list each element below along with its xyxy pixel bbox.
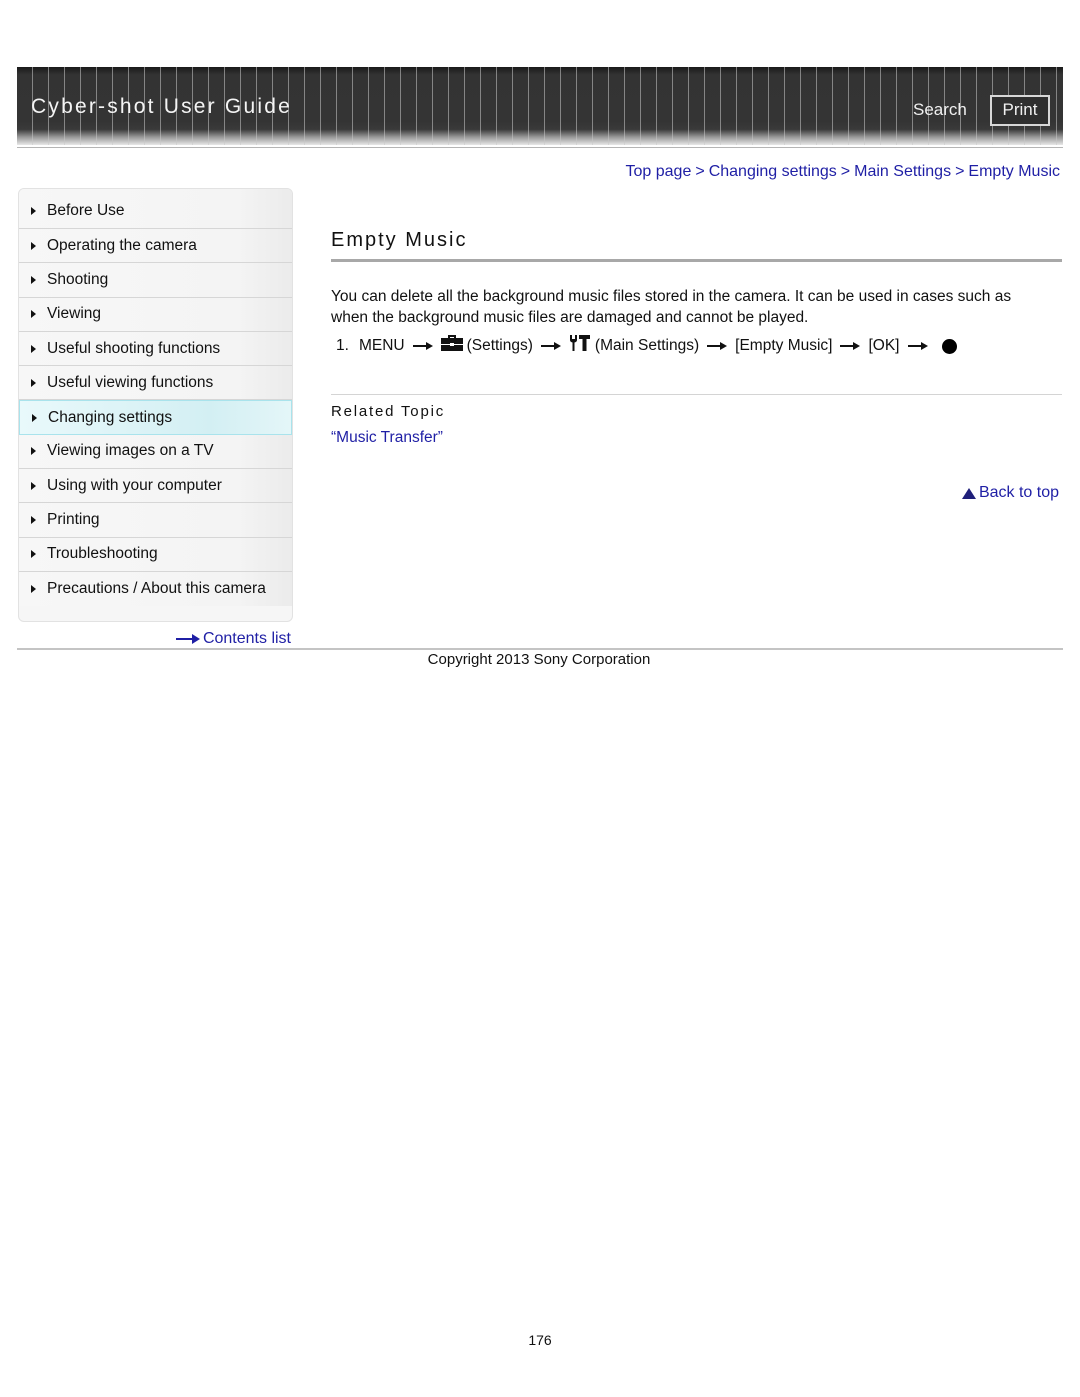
search-link[interactable]: Search xyxy=(913,100,967,120)
sidebar-item-label: Operating the camera xyxy=(47,236,197,254)
sidebar-item-before-use[interactable]: Before Use xyxy=(19,189,292,229)
breadcrumb-empty-music[interactable]: Empty Music xyxy=(968,163,1060,180)
triangle-right-icon xyxy=(31,310,36,319)
print-button[interactable]: Print xyxy=(990,95,1050,126)
sidebar-item-label: Viewing images on a TV xyxy=(47,442,214,460)
related-link-music-transfer[interactable]: “Music Transfer” xyxy=(331,429,443,447)
arrow-right-icon xyxy=(707,341,728,351)
arrow-right-icon xyxy=(540,341,561,351)
triangle-right-icon xyxy=(31,207,36,215)
triangle-right-icon xyxy=(31,481,36,490)
sidebar-item-label: Troubleshooting xyxy=(47,545,158,563)
breadcrumb-top-page[interactable]: Top page xyxy=(626,163,692,180)
procedure-step: 1. MENU (Settings) (Main Settings) [Empt… xyxy=(336,334,957,355)
sidebar-item-label: Useful shooting functions xyxy=(47,339,221,357)
breadcrumb-changing-settings[interactable]: Changing settings xyxy=(709,163,837,180)
sidebar-item-label: Viewing xyxy=(47,305,102,323)
sidebar-item-changing-settings[interactable]: Changing settings xyxy=(19,400,292,435)
sidebar-item-label: Printing xyxy=(47,511,100,529)
contents-list-label: Contents list xyxy=(202,630,291,647)
arrow-right-icon xyxy=(840,341,861,351)
arrow-right-icon xyxy=(175,634,200,644)
sidebar-item-label: Useful viewing functions xyxy=(47,373,214,391)
sidebar-item-useful-shooting-functions[interactable]: Useful shooting functions xyxy=(19,331,292,367)
sidebar-item-label: Changing settings xyxy=(48,408,173,426)
sidebar-item-label: Shooting xyxy=(47,270,109,288)
header-banner: Cyber-shot User Guide Search Print xyxy=(17,67,1063,145)
triangle-right-icon xyxy=(31,344,36,353)
arrow-right-icon xyxy=(907,341,928,351)
triangle-right-icon xyxy=(32,413,37,422)
site-title: Cyber-shot User Guide xyxy=(31,95,292,118)
contents-list-link[interactable]: Contents list xyxy=(175,630,291,648)
step-menu: MENU xyxy=(358,337,405,354)
triangle-right-icon xyxy=(31,447,36,456)
center-button-dot-icon xyxy=(941,338,957,354)
description-text: You can delete all the background music … xyxy=(331,288,1012,326)
sidebar-item-printing[interactable]: Printing xyxy=(19,503,292,538)
footer-divider xyxy=(17,648,1063,650)
step-ok: [OK] xyxy=(868,337,900,354)
arrow-right-icon xyxy=(412,341,433,351)
sidebar-item-troubleshooting[interactable]: Troubleshooting xyxy=(19,537,292,572)
sidebar-item-using-with-your-computer[interactable]: Using with your computer xyxy=(19,469,292,504)
sidebar-item-operating-the-camera[interactable]: Operating the camera xyxy=(19,229,292,264)
header-divider xyxy=(17,147,1063,148)
breadcrumb-separator: > xyxy=(840,163,851,180)
step-main-settings: (Main Settings) xyxy=(594,337,700,354)
page-number: 176 xyxy=(528,1332,552,1348)
wrench-hammer-icon xyxy=(569,334,591,352)
sidebar-item-precautions[interactable]: Precautions / About this camera xyxy=(19,571,292,607)
sidebar-item-useful-viewing-functions[interactable]: Useful viewing functions xyxy=(19,366,292,401)
toolbox-icon xyxy=(440,335,463,351)
back-to-top-label: Back to top xyxy=(978,484,1059,501)
triangle-up-icon xyxy=(961,487,976,499)
triangle-right-icon xyxy=(31,585,36,594)
sidebar-item-shooting[interactable]: Shooting xyxy=(19,263,292,298)
triangle-right-icon xyxy=(31,275,36,284)
sidebar-nav: Before Use Operating the camera Shooting… xyxy=(18,188,293,622)
step-number: 1. xyxy=(336,337,349,354)
breadcrumb-separator: > xyxy=(695,163,705,180)
page-title: Empty Music xyxy=(331,229,468,251)
step-settings: (Settings) xyxy=(466,337,533,354)
step-empty-music: [Empty Music] xyxy=(735,337,833,354)
title-divider xyxy=(331,259,1062,262)
sidebar-item-label: Before Use xyxy=(47,202,125,219)
sidebar-item-viewing-images-on-a-tv[interactable]: Viewing images on a TV xyxy=(19,434,292,470)
breadcrumb-separator: > xyxy=(955,163,965,180)
related-topic-heading: Related Topic xyxy=(331,403,446,420)
triangle-right-icon xyxy=(31,378,36,387)
related-divider xyxy=(331,394,1062,395)
sidebar-item-label: Precautions / About this camera xyxy=(47,580,266,598)
triangle-right-icon xyxy=(31,241,36,250)
triangle-right-icon xyxy=(31,550,36,559)
triangle-right-icon xyxy=(31,516,36,525)
sidebar-item-viewing[interactable]: Viewing xyxy=(19,297,292,332)
copyright-text: Copyright 2013 Sony Corporation xyxy=(427,651,651,668)
back-to-top-link[interactable]: Back to top xyxy=(961,484,1059,502)
breadcrumb: Top page > Changing settings > Main Settings… xyxy=(626,163,1060,181)
breadcrumb-main-settings[interactable]: Main Settings xyxy=(854,163,951,180)
sidebar-item-label: Using with your computer xyxy=(47,476,222,494)
